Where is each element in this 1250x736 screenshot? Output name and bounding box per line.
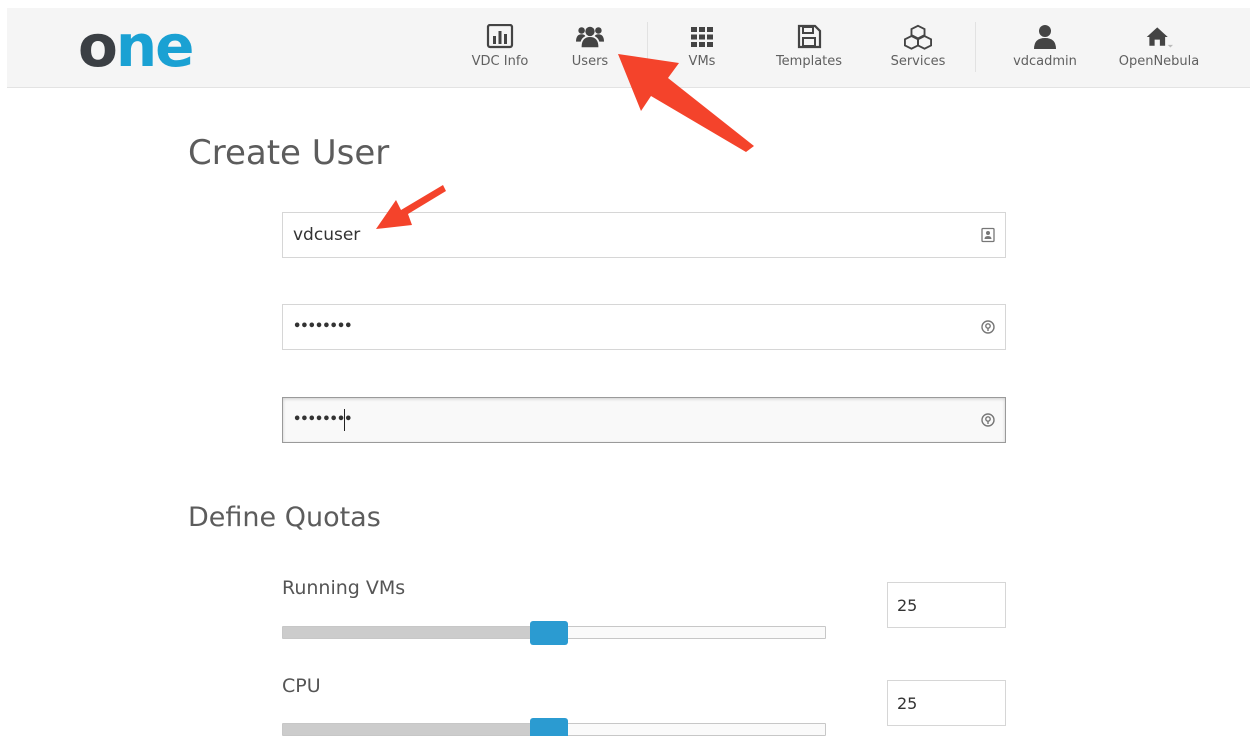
username-input[interactable] bbox=[293, 213, 973, 257]
nav-vdc-info-label: VDC Info bbox=[471, 54, 529, 69]
save-icon bbox=[797, 24, 822, 49]
nav-users-label: Users bbox=[571, 54, 609, 69]
cpu-quota-field[interactable] bbox=[887, 680, 1006, 726]
username-field[interactable] bbox=[282, 212, 1006, 258]
page-title: Create User bbox=[188, 133, 390, 173]
nav-zone-menu[interactable]: OpenNebula bbox=[1109, 8, 1209, 88]
cubes-icon bbox=[904, 24, 932, 50]
cpu-label: CPU bbox=[282, 675, 321, 697]
key-icon bbox=[981, 320, 995, 334]
nav-divider bbox=[975, 22, 976, 72]
nav-users[interactable]: Users bbox=[552, 8, 628, 88]
confirm-password-input[interactable]: •••••••• bbox=[293, 398, 352, 442]
nav-zone-label: OpenNebula bbox=[1118, 54, 1200, 69]
nav-templates-label: Templates bbox=[775, 54, 843, 69]
chart-icon bbox=[486, 24, 514, 49]
quotas-title: Define Quotas bbox=[188, 502, 381, 533]
slider-handle[interactable] bbox=[529, 621, 568, 645]
nav-user-label: vdcadmin bbox=[1013, 54, 1077, 69]
nav-vdc-info[interactable]: VDC Info bbox=[452, 8, 548, 88]
password-input[interactable]: •••••••• bbox=[293, 305, 352, 349]
nav-templates[interactable]: Templates bbox=[761, 8, 857, 88]
user-icon bbox=[1034, 25, 1056, 49]
slider-handle[interactable] bbox=[529, 718, 568, 736]
users-icon bbox=[576, 26, 604, 48]
cpu-quota-input[interactable] bbox=[897, 681, 997, 725]
contact-card-icon bbox=[981, 227, 995, 243]
nav-vms[interactable]: VMs bbox=[667, 8, 737, 88]
running-vms-slider[interactable] bbox=[282, 621, 826, 645]
cpu-slider[interactable] bbox=[282, 718, 826, 736]
slider-fill bbox=[283, 724, 549, 735]
nav-services-label: Services bbox=[890, 54, 946, 69]
nav-divider bbox=[647, 22, 648, 72]
slider-fill bbox=[283, 627, 549, 638]
grid-icon bbox=[691, 27, 713, 47]
running-vms-quota-field[interactable] bbox=[887, 582, 1006, 628]
running-vms-quota-input[interactable] bbox=[897, 583, 997, 627]
text-caret bbox=[344, 409, 345, 431]
nav-services[interactable]: Services bbox=[873, 8, 963, 88]
home-icon bbox=[1146, 27, 1173, 48]
password-field[interactable]: •••••••• bbox=[282, 304, 1006, 350]
top-navbar: one VDC Info Users VMs Templates Service… bbox=[7, 8, 1250, 88]
running-vms-label: Running VMs bbox=[282, 577, 406, 599]
nav-user-menu[interactable]: vdcadmin bbox=[995, 8, 1095, 88]
key-icon bbox=[981, 413, 995, 427]
one-logo[interactable]: one bbox=[78, 17, 194, 75]
nav-vms-label: VMs bbox=[688, 54, 716, 69]
confirm-password-field[interactable]: •••••••• bbox=[282, 397, 1006, 443]
